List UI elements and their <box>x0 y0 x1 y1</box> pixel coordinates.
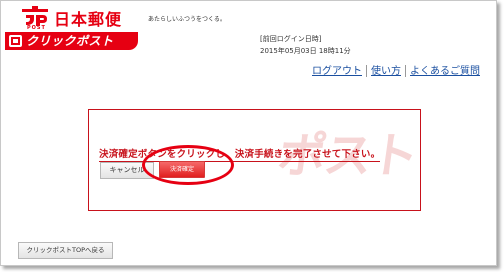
last-login-value: 2015年05月03日 18時11分 <box>260 47 351 55</box>
click-post-logo[interactable]: クリックポスト <box>5 32 138 50</box>
how-to-link[interactable]: 使い方 <box>371 66 401 77</box>
header-nav: ログアウト 使い方 よくあるご質問 <box>312 62 480 77</box>
logout-link[interactable]: ログアウト <box>312 66 362 77</box>
tagline: あたらしいふつうをつくる。 <box>148 16 226 23</box>
nav-divider <box>405 65 406 77</box>
japan-post-logo-icon <box>22 6 48 26</box>
highlight-circle <box>142 145 234 185</box>
faq-link[interactable]: よくあるご質問 <box>410 66 480 77</box>
nav-divider <box>366 65 367 77</box>
post-label: POST <box>27 25 46 31</box>
brand-title: 日本郵便 <box>54 10 123 29</box>
payment-instruction: 決済確定ボタンをクリックし、決済手続きを完了させて下さい。 <box>99 146 381 162</box>
click-post-mark-icon <box>9 35 22 47</box>
payment-confirm-panel: ポスト 決済確定ボタンをクリックし、決済手続きを完了させて下さい。 キャンセル … <box>88 109 421 211</box>
click-post-logo-text: クリックポスト <box>26 34 114 48</box>
back-to-top-button[interactable]: クリックポストTOPへ戻る <box>18 242 113 259</box>
last-login-label: [前回ログイン日時] <box>260 35 322 43</box>
